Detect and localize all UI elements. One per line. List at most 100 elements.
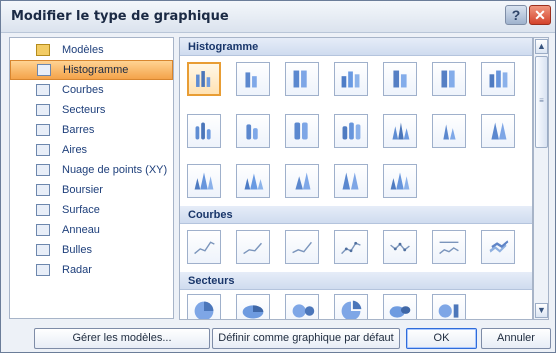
sidebar-item-histogramme[interactable]: Histogramme <box>10 60 173 80</box>
scroll-thumb[interactable]: ≡ <box>535 56 548 148</box>
stacked-line-tile[interactable] <box>236 230 270 264</box>
column-chart-icon <box>245 72 257 88</box>
3d-line-tile[interactable] <box>481 230 515 264</box>
stacked-cylinder-tile[interactable] <box>236 114 270 148</box>
sidebar-item-label: Boursier <box>62 184 103 196</box>
line-chart-icon <box>439 241 459 255</box>
sidebar-item-nuage-de-points[interactable]: Nuage de points (XY) <box>10 160 173 180</box>
surface-chart-icon <box>36 204 50 216</box>
title-bar: Modifier le type de graphique ? ✕ <box>1 1 555 33</box>
3d-stacked-column-tile[interactable] <box>383 62 417 96</box>
sidebar-item-radar[interactable]: Radar <box>10 260 173 280</box>
3d-pyramid-tile[interactable] <box>383 164 417 198</box>
stacked-line-with-markers-tile[interactable] <box>383 230 417 264</box>
pie-chart-icon <box>194 301 214 319</box>
scroll-down-button[interactable]: ▼ <box>535 303 548 318</box>
exploded-3d-pie-tile[interactable] <box>383 294 417 319</box>
column-chart-icon <box>341 71 360 88</box>
column-chart-icon <box>489 70 508 88</box>
clustered-cone-tile[interactable] <box>383 114 417 148</box>
stacked-cone-tile[interactable] <box>432 114 466 148</box>
scroll-up-button[interactable]: ▲ <box>535 39 548 54</box>
sidebar-item-bulles[interactable]: Bulles <box>10 240 173 260</box>
sidebar-item-label: Histogramme <box>63 64 129 76</box>
3d-clustered-column-tile[interactable] <box>334 62 368 96</box>
gallery-scrollbar[interactable]: ▲ ≡ ▼ <box>533 37 549 320</box>
sidebar-item-courbes[interactable]: Courbes <box>10 80 173 100</box>
sidebar-item-label: Nuage de points (XY) <box>62 164 168 176</box>
line-chart-icon <box>243 242 263 255</box>
cylinder-chart-icon <box>195 122 211 140</box>
line-chart-icon <box>292 241 312 254</box>
stacked-column-tile[interactable] <box>236 62 270 96</box>
column-chart-icon <box>293 70 307 88</box>
sidebar-item-label: Surface <box>62 204 100 216</box>
scatter-chart-icon <box>36 164 50 176</box>
pie-chart-icon <box>341 300 362 319</box>
sidebar-item-aires[interactable]: Aires <box>10 140 173 160</box>
line-chart-icon <box>341 241 361 255</box>
column-chart-icon <box>393 70 407 88</box>
cone-chart-icon <box>194 172 214 190</box>
100-percent-column-tile[interactable] <box>285 62 319 96</box>
section-courbes: Courbes <box>180 206 532 224</box>
3d-100-percent-column-tile[interactable] <box>432 62 466 96</box>
sidebar-item-label: Secteurs <box>62 104 106 116</box>
section-secteurs: Secteurs <box>180 272 532 290</box>
line-chart-icon <box>489 240 509 253</box>
sidebar-item-label: Barres <box>62 124 95 136</box>
sidebar-item-label: Anneau <box>62 224 100 236</box>
chart-category-list: Modèles Histogramme Courbes Secteurs Bar… <box>9 37 174 319</box>
100-percent-line-with-markers-tile[interactable] <box>432 230 466 264</box>
bubble-chart-icon <box>36 244 50 256</box>
100-percent-pyramid-tile[interactable] <box>334 164 368 198</box>
pyramid-chart-icon <box>244 173 264 190</box>
sidebar-item-modeles[interactable]: Modèles <box>10 40 173 60</box>
3d-column-tile[interactable] <box>481 62 515 96</box>
folder-icon <box>36 44 50 56</box>
cone-chart-icon <box>443 124 456 140</box>
sidebar-item-label: Modèles <box>62 44 104 56</box>
sidebar-item-label: Courbes <box>62 84 104 96</box>
sidebar-item-anneau[interactable]: Anneau <box>10 220 173 240</box>
set-default-chart-button[interactable]: Définir comme graphique par défaut <box>212 328 400 349</box>
bar-of-pie-tile[interactable] <box>432 294 466 319</box>
ok-button[interactable]: OK <box>406 328 477 349</box>
cone-chart-icon <box>491 122 507 140</box>
clustered-pyramid-tile[interactable] <box>236 164 270 198</box>
pie-chart-icon <box>242 305 264 319</box>
pie-tile[interactable] <box>187 294 221 319</box>
sidebar-item-barres[interactable]: Barres <box>10 120 173 140</box>
close-button[interactable]: ✕ <box>529 5 551 25</box>
3d-cone-tile[interactable] <box>187 164 221 198</box>
100-percent-cone-tile[interactable] <box>481 114 515 148</box>
line-with-markers-tile[interactable] <box>334 230 368 264</box>
line-tile[interactable] <box>187 230 221 264</box>
section-histogramme: Histogramme <box>180 38 532 56</box>
100-percent-cylinder-tile[interactable] <box>285 114 319 148</box>
chart-gallery: Histogramme Courbes Secteurs <box>179 37 533 320</box>
100-percent-line-tile[interactable] <box>285 230 319 264</box>
pie-chart-icon <box>389 306 411 318</box>
cancel-button[interactable]: Annuler <box>481 328 551 349</box>
manage-templates-button[interactable]: Gérer les modèles... <box>34 328 210 349</box>
grip-icon: ≡ <box>539 96 544 105</box>
pyramid-chart-icon <box>295 172 311 190</box>
sidebar-item-secteurs[interactable]: Secteurs <box>10 100 173 120</box>
clustered-cylinder-tile[interactable] <box>187 114 221 148</box>
clustered-column-tile[interactable] <box>187 62 221 96</box>
doughnut-chart-icon <box>36 224 50 236</box>
sidebar-item-surface[interactable]: Surface <box>10 200 173 220</box>
cone-chart-icon <box>392 122 410 140</box>
column-chart-icon <box>441 70 455 88</box>
3d-pie-tile[interactable] <box>236 294 270 319</box>
pyramid-chart-icon <box>342 172 359 190</box>
help-button[interactable]: ? <box>505 5 527 25</box>
3d-cylinder-tile[interactable] <box>334 114 368 148</box>
sidebar-item-boursier[interactable]: Boursier <box>10 180 173 200</box>
stacked-pyramid-tile[interactable] <box>285 164 319 198</box>
pie-of-pie-tile[interactable] <box>285 294 319 319</box>
pyramid-chart-icon <box>390 172 410 190</box>
column-chart-icon <box>196 71 211 87</box>
exploded-pie-tile[interactable] <box>334 294 368 319</box>
